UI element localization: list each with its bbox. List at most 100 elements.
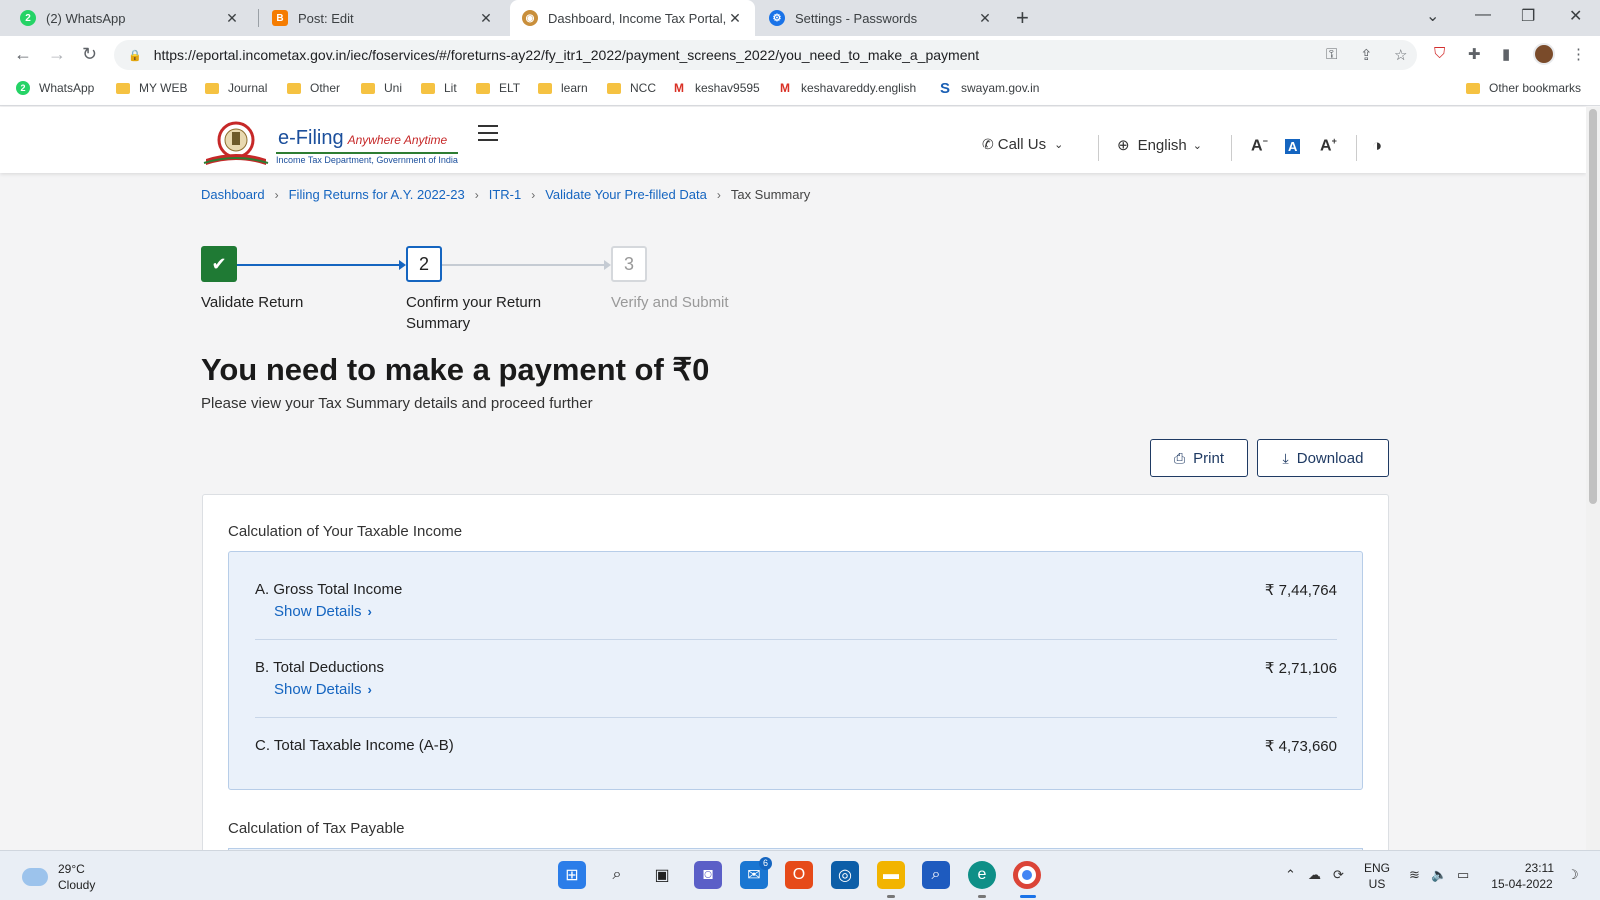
bookmark-folder[interactable]: learn [538, 81, 588, 95]
url-field[interactable]: 🔒 https://eportal.incometax.gov.in/iec/f… [114, 40, 1417, 70]
bookmark-label: NCC [630, 81, 656, 95]
back-icon[interactable]: ← [14, 44, 32, 65]
breadcrumb-dashboard[interactable]: Dashboard [201, 187, 265, 202]
bookmark-swayam[interactable]: Sswayam.gov.in [938, 80, 1040, 97]
input-language[interactable]: ENG US [1364, 860, 1390, 892]
clock[interactable]: 23:11 15-04-2022 [1490, 860, 1554, 892]
total-deductions-row: B. Total Deductions ₹ 2,71,106 Show Deta… [255, 659, 1337, 699]
dell-icon[interactable]: ◎ [831, 861, 859, 889]
weather-text: 29°C Cloudy [58, 861, 95, 893]
language-dropdown[interactable]: ⊕ English ⌄ [1117, 136, 1202, 155]
header-divider [1356, 135, 1357, 161]
income-tax-emblem-logo[interactable] [202, 119, 270, 167]
call-us-dropdown[interactable]: ✆ Call Us ⌄ [982, 136, 1063, 153]
language-label: English [1137, 136, 1187, 154]
extension-shield-icon[interactable]: ⛉ [1434, 45, 1445, 62]
bookmark-gmail[interactable]: Mkeshavareddy.english [778, 81, 916, 95]
gmail-icon: M [674, 81, 684, 95]
contrast-toggle-icon[interactable]: ◑ [1372, 136, 1382, 156]
other-bookmarks[interactable]: Other bookmarks [1466, 81, 1581, 95]
chevron-up-icon[interactable]: ⌃ [1285, 867, 1296, 883]
step-1-checkmark-icon: ✔ [201, 246, 237, 282]
chrome-icon[interactable] [1013, 861, 1041, 889]
task-view-icon[interactable]: ▣ [648, 861, 676, 889]
show-details-link[interactable]: Show Details › [274, 603, 372, 620]
tab-post-edit[interactable]: B Post: Edit ✕ [260, 0, 506, 36]
printer-icon: ⎙ [1173, 449, 1186, 466]
row-value: ₹ 7,44,764 [1264, 582, 1337, 599]
minimize-button[interactable]: — [1475, 6, 1491, 24]
mail-icon[interactable]: ✉ 6 [740, 857, 772, 889]
globe-icon: ⊕ [1117, 137, 1130, 154]
bookmark-whatsapp[interactable]: 2 WhatsApp [16, 81, 94, 95]
onedrive-icon[interactable]: ☁ [1308, 867, 1321, 883]
font-decrease-button[interactable]: A− [1251, 136, 1268, 155]
puzzle-icon[interactable]: ✚ [1468, 45, 1481, 63]
bookmark-folder[interactable]: NCC [607, 81, 656, 95]
close-window-button[interactable]: ✕ [1569, 6, 1582, 26]
bookmark-label: Journal [228, 81, 268, 95]
show-details-link[interactable]: Show Details › [274, 681, 372, 698]
bookmark-folder[interactable]: ELT [476, 81, 520, 95]
wifi-icon[interactable]: ≋ [1409, 867, 1420, 883]
bookmark-label: ELT [499, 81, 521, 95]
hamburger-menu-icon[interactable] [478, 125, 498, 141]
page-scrollbar[interactable] [1586, 107, 1600, 850]
weather-widget[interactable]: 29°C Cloudy [22, 861, 95, 893]
file-explorer-icon[interactable]: ▬ [877, 861, 905, 889]
address-bar-row: ← → ↻ 🔒 https://eportal.incometax.gov.in… [0, 36, 1600, 74]
close-icon[interactable]: ✕ [224, 10, 240, 27]
avatar[interactable] [1533, 43, 1555, 65]
sync-icon[interactable]: ⟳ [1333, 867, 1344, 883]
temperature: 29°C [58, 862, 85, 876]
share-icon[interactable]: ⇪ [1360, 46, 1373, 64]
print-button[interactable]: ⎙ Print [1150, 439, 1248, 477]
edge-icon[interactable]: e [968, 861, 996, 889]
battery-icon[interactable]: ▭ [1457, 867, 1469, 883]
reload-icon[interactable]: ↻ [82, 44, 97, 65]
notification-icon[interactable]: ☽ [1567, 867, 1579, 883]
font-default-button[interactable]: A [1285, 139, 1301, 154]
font-increase-button[interactable]: A+ [1320, 136, 1337, 155]
close-icon[interactable]: ✕ [977, 10, 993, 27]
chat-icon[interactable]: ◙ [694, 861, 722, 889]
tab-search-icon[interactable]: ⌄ [1426, 6, 1439, 26]
bookmark-label: Other bookmarks [1489, 81, 1582, 95]
restore-button[interactable]: ❐ [1521, 6, 1535, 26]
step-3-label: Verify and Submit [611, 294, 729, 311]
menu-dots-icon[interactable]: ⋮ [1571, 45, 1586, 63]
search-icon[interactable]: ⌕ [603, 861, 631, 889]
close-icon[interactable]: ✕ [478, 10, 494, 27]
bookmark-gmail[interactable]: Mkeshav9595 [672, 81, 760, 95]
magnifier-app-icon[interactable]: ⌕ [922, 861, 950, 889]
breadcrumb: Dashboard › Filing Returns for A.Y. 2022-… [201, 187, 810, 202]
step-arrow [604, 260, 611, 270]
folder-icon [361, 82, 375, 94]
office-icon[interactable]: O [785, 861, 813, 889]
bookmark-folder[interactable]: Uni [361, 81, 402, 95]
key-icon[interactable]: ⚿ [1326, 46, 1337, 63]
download-button[interactable]: ⤓ Download [1257, 439, 1389, 477]
tab-whatsapp[interactable]: 2 (2) WhatsApp ✕ [8, 0, 252, 36]
tab-settings-passwords[interactable]: ⚙ Settings - Passwords ✕ [757, 0, 1005, 36]
side-panel-icon[interactable]: ▮ [1502, 45, 1510, 63]
star-icon[interactable]: ☆ [1394, 46, 1407, 64]
bookmark-folder[interactable]: Lit [421, 81, 457, 95]
windows-start-icon[interactable]: ⊞ [558, 861, 586, 889]
breadcrumb-filing-returns[interactable]: Filing Returns for A.Y. 2022-23 [289, 187, 465, 202]
tab-income-tax-dashboard[interactable]: ◉ Dashboard, Income Tax Portal, Go ✕ [510, 0, 755, 36]
breadcrumb-validate-data[interactable]: Validate Your Pre-filled Data [545, 187, 707, 202]
bookmark-folder[interactable]: Other [287, 81, 340, 95]
scrollbar-thumb[interactable] [1589, 109, 1597, 504]
bookmark-folder[interactable]: MY WEB [116, 81, 187, 95]
folder-icon [607, 82, 621, 94]
new-tab-button[interactable]: + [1016, 5, 1029, 31]
close-icon[interactable]: ✕ [727, 10, 743, 27]
logo-title: e-Filing Anywhere Anytime [278, 127, 447, 150]
show-details-label: Show Details [274, 681, 362, 698]
volume-icon[interactable]: 🔈 [1431, 867, 1447, 883]
breadcrumb-itr1[interactable]: ITR-1 [489, 187, 522, 202]
bookmark-folder[interactable]: Journal [205, 81, 267, 95]
forward-icon[interactable]: → [48, 44, 66, 65]
tax-payable-heading: Calculation of Tax Payable [228, 820, 405, 837]
